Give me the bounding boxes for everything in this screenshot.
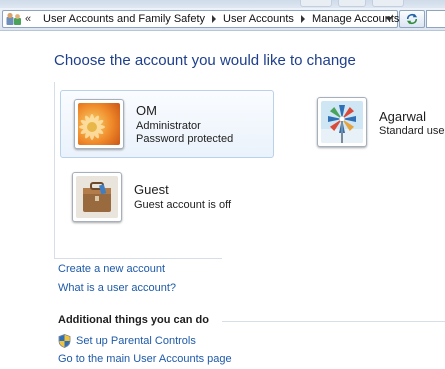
account-status: Guest account is off (134, 199, 232, 211)
divider (54, 82, 55, 258)
flower-picture-icon (78, 103, 120, 145)
ghost-tab (338, 0, 366, 7)
breadcrumb-arrow-icon[interactable] (300, 15, 305, 23)
breadcrumb-item-family-safety[interactable]: User Accounts and Family Safety (40, 13, 208, 25)
account-status: Password protected (136, 133, 234, 145)
account-tile-agarwal[interactable]: Agarwal Standard user (317, 97, 445, 149)
divider (54, 258, 222, 259)
ghost-tab (300, 0, 332, 7)
user-accounts-icon (6, 12, 21, 25)
account-name: Agarwal (379, 109, 426, 124)
create-account-link[interactable]: Create a new account (58, 263, 165, 275)
page-title: Choose the account you would like to cha… (54, 52, 356, 69)
refresh-button[interactable] (399, 10, 425, 28)
account-tile-om[interactable]: OM Administrator Password protected (60, 90, 274, 158)
parental-controls-link[interactable]: Set up Parental Controls (76, 335, 196, 347)
uac-shield-icon (58, 334, 71, 348)
refresh-icon (406, 13, 418, 25)
main-user-accounts-link[interactable]: Go to the main User Accounts page (58, 353, 232, 365)
ghost-tab (372, 0, 404, 7)
divider (222, 321, 445, 322)
address-bar: « User Accounts and Family Safety User A… (0, 8, 445, 31)
account-name: Guest (134, 182, 169, 197)
account-type: Standard user (379, 125, 445, 137)
account-name: OM (136, 103, 157, 118)
account-type: Administrator (136, 120, 201, 132)
account-picture-pinwheel (317, 97, 367, 147)
breadcrumb: User Accounts and Family Safety User Acc… (40, 11, 402, 27)
breadcrumb-arrow-icon[interactable] (212, 15, 217, 23)
account-picture-briefcase (72, 172, 122, 222)
pinwheel-picture-icon (321, 101, 363, 143)
search-input[interactable] (426, 10, 445, 28)
briefcase-picture-icon (76, 176, 118, 218)
additional-things-heading: Additional things you can do (58, 314, 209, 326)
breadcrumb-item-user-accounts[interactable]: User Accounts (220, 13, 297, 25)
breadcrumb-box[interactable]: « User Accounts and Family Safety User A… (2, 10, 399, 28)
account-picture-flower (74, 99, 124, 149)
toolbar-strip (0, 0, 445, 8)
address-dropdown-icon[interactable] (385, 17, 393, 21)
what-is-account-link[interactable]: What is a user account? (58, 282, 176, 294)
breadcrumb-overflow-icon[interactable]: « (25, 12, 31, 26)
account-tile-guest[interactable]: Guest Guest account is off (72, 172, 231, 224)
